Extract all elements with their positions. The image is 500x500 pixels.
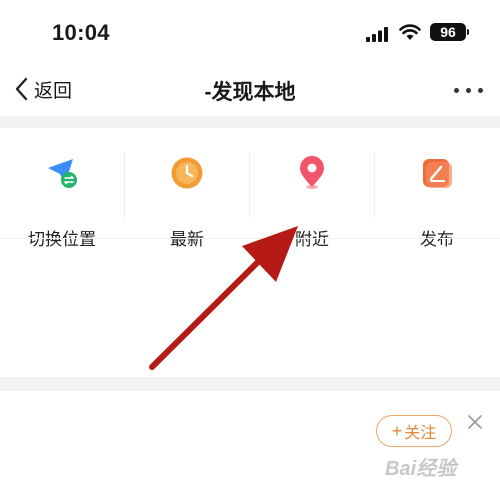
follow-button[interactable]: + 关注 — [376, 415, 452, 447]
edit-icon — [423, 159, 452, 188]
more-dot-icon — [454, 88, 459, 93]
more-dot-icon — [466, 88, 471, 93]
location-switch-icon — [48, 159, 77, 188]
shortcut-switch-location[interactable]: 切换位置 — [0, 150, 124, 249]
wifi-icon — [399, 24, 421, 40]
section-divider — [0, 116, 500, 128]
shortcut-bottom-line — [0, 238, 500, 239]
status-bar: 10:04 96 — [0, 0, 500, 62]
shortcut-row: 切换位置 最新 附近 发布 — [0, 128, 500, 249]
follow-label: 关注 — [404, 425, 437, 442]
shortcut-publish[interactable]: 发布 — [375, 150, 499, 249]
cellular-signal-icon — [366, 27, 388, 42]
shortcut-separator — [374, 152, 375, 218]
shortcut-nearby[interactable]: 附近 — [250, 150, 374, 249]
battery-cap — [467, 29, 469, 35]
watermark: Bai经验 — [385, 458, 457, 480]
close-icon[interactable] — [466, 413, 484, 431]
more-dot-icon — [478, 88, 483, 93]
shortcut-separator — [249, 152, 250, 218]
section-divider — [0, 377, 500, 391]
shortcut-separator — [124, 152, 125, 218]
more-options-button[interactable] — [448, 86, 488, 96]
status-time: 10:04 — [52, 20, 110, 45]
navigation-bar: 返回 -发现本地 — [0, 62, 500, 116]
shortcut-latest[interactable]: 最新 — [125, 150, 249, 249]
clock-icon — [171, 157, 203, 189]
page-title: -发现本地 — [204, 81, 296, 104]
plus-icon: + — [391, 420, 403, 441]
map-pin-icon — [300, 156, 324, 189]
battery-indicator: 96 — [430, 23, 466, 41]
